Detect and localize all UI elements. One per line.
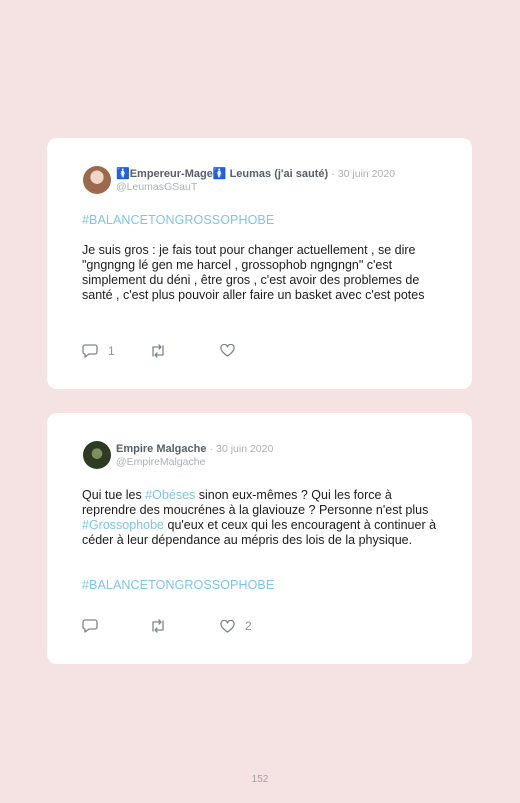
hashtag-link[interactable]: #Grossophobe bbox=[82, 518, 164, 532]
separator: · bbox=[331, 168, 335, 180]
page-number: 152 bbox=[251, 774, 269, 785]
retweet-button[interactable] bbox=[149, 344, 177, 358]
tweet-date[interactable]: 30 juin 2020 bbox=[338, 168, 395, 180]
user-handle[interactable]: @LeumasGSauT bbox=[116, 181, 452, 194]
reply-icon bbox=[82, 344, 98, 358]
tweet-actions: 1 bbox=[82, 344, 452, 360]
display-name[interactable]: 🚺Empereur-Mage🚺 Leumas (j'ai sauté) bbox=[116, 168, 328, 180]
user-handle[interactable]: @EmpireMalgache bbox=[116, 456, 452, 469]
reply-icon bbox=[82, 619, 98, 633]
reply-button[interactable] bbox=[82, 619, 108, 633]
avatar[interactable] bbox=[83, 441, 111, 469]
hashtag[interactable]: #BALANCETONGROSSOPHOBE bbox=[82, 578, 444, 593]
tweet-actions: 2 bbox=[82, 619, 452, 635]
tweet-date[interactable]: 30 juin 2020 bbox=[216, 443, 273, 455]
tweet-header: 🚺Empereur-Mage🚺 Leumas (j'ai sauté) · 30… bbox=[116, 167, 452, 194]
hashtag-link[interactable]: #Obéses bbox=[145, 488, 195, 502]
like-count: 2 bbox=[245, 619, 252, 633]
separator: · bbox=[209, 443, 214, 455]
like-icon bbox=[220, 619, 235, 633]
retweet-icon bbox=[152, 344, 164, 358]
tweet-card: Empire Malgache · 30 juin 2020 @EmpireMa… bbox=[47, 413, 472, 664]
like-button[interactable] bbox=[220, 344, 245, 357]
avatar[interactable] bbox=[83, 166, 111, 194]
hashtag[interactable]: #BALANCETONGROSSOPHOBE bbox=[82, 213, 444, 228]
reply-count: 1 bbox=[108, 344, 115, 358]
tweet-text: Qui tue les #Obéses sinon eux-mêmes ? Qu… bbox=[82, 488, 437, 547]
display-name[interactable]: Empire Malgache bbox=[116, 443, 206, 455]
retweet-icon bbox=[152, 619, 164, 633]
like-button[interactable]: 2 bbox=[220, 619, 252, 633]
tweet-text: Je suis gros : je fais tout pour changer… bbox=[82, 243, 425, 302]
like-icon bbox=[220, 344, 235, 357]
tweet-card: 🚺Empereur-Mage🚺 Leumas (j'ai sauté) · 30… bbox=[47, 138, 472, 389]
retweet-button[interactable] bbox=[149, 619, 177, 633]
reply-button[interactable]: 1 bbox=[82, 344, 115, 358]
tweet-header: Empire Malgache · 30 juin 2020 @EmpireMa… bbox=[116, 442, 452, 469]
